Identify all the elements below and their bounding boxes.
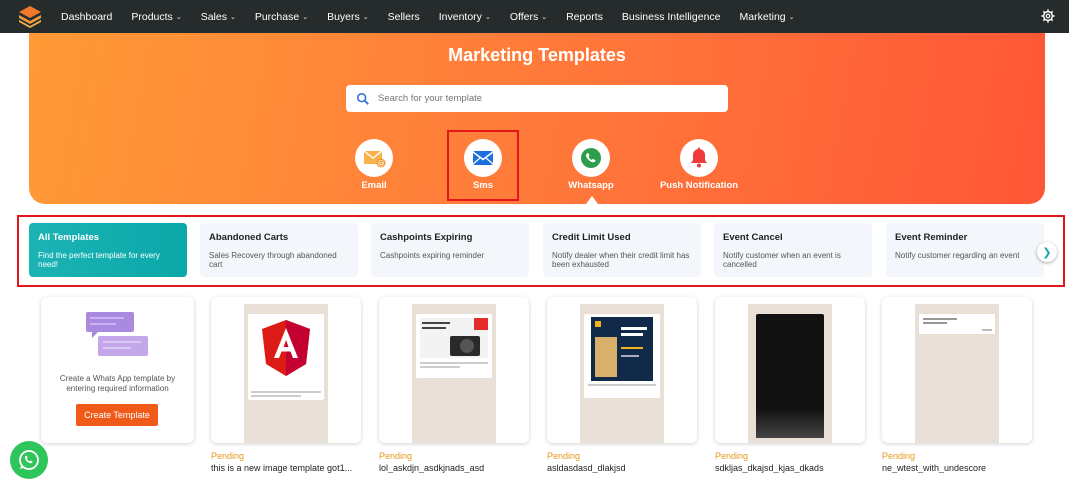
create-template-card: Create a Whats App template by entering …	[41, 297, 194, 443]
template-preview	[915, 304, 999, 443]
whatsapp-icon	[19, 450, 39, 470]
nav-item-label: Reports	[566, 10, 603, 23]
status-badge: Pending	[379, 451, 413, 461]
template-card[interactable]	[882, 297, 1032, 443]
category-description: Find the perfect template for every need…	[38, 251, 160, 269]
category-description: Notify customer when an event is cancell…	[723, 251, 841, 269]
category-title: Event Cancel	[723, 232, 783, 243]
template-preview	[244, 304, 328, 443]
category-credit-limit-used[interactable]: Credit Limit Used Notify dealer when thei…	[543, 223, 701, 277]
nav-item-dashboard[interactable]: Dashboard	[61, 11, 112, 23]
chevron-down-icon: ⌄	[175, 13, 182, 21]
bell-icon	[691, 147, 707, 168]
category-title: Event Reminder	[895, 232, 968, 243]
category-title: Credit Limit Used	[552, 232, 631, 243]
whatsapp-chat-button[interactable]	[10, 441, 48, 479]
category-all-templates[interactable]: All Templates Find the perfect template f…	[29, 223, 187, 277]
chevron-right-icon[interactable]: ❯	[1037, 242, 1057, 262]
chevron-down-icon: ⌄	[541, 13, 548, 21]
nav-item-buyers[interactable]: Buyers ⌄	[327, 11, 369, 23]
status-badge: Pending	[547, 451, 581, 461]
channel-whatsapp[interactable]: Whatsapp	[536, 139, 646, 191]
svg-text:@: @	[378, 160, 385, 168]
category-abandoned-carts[interactable]: Abandoned Carts Sales Recovery through ab…	[200, 223, 358, 277]
gear-icon[interactable]	[1041, 9, 1055, 23]
template-card[interactable]	[379, 297, 529, 443]
template-card[interactable]	[211, 297, 361, 443]
nav-item-label: Sellers	[387, 10, 420, 23]
template-preview	[748, 304, 832, 443]
search-bar[interactable]	[346, 85, 728, 112]
chevron-down-icon: ⌄	[484, 13, 491, 21]
nav-item-label: Inventory	[438, 10, 482, 23]
nav-item-inventory[interactable]: Inventory ⌄	[439, 11, 491, 23]
channel-push-notification[interactable]: Push Notification	[644, 139, 754, 191]
category-title: All Templates	[38, 232, 100, 243]
category-description: Cashpoints expiring reminder	[380, 251, 485, 260]
chevron-down-icon: ⌄	[788, 13, 795, 21]
nav-item-label: Dashboard	[61, 10, 113, 23]
nav-item-sellers[interactable]: Sellers	[388, 11, 420, 23]
nav-item-reports[interactable]: Reports	[566, 11, 603, 23]
search-input[interactable]	[378, 93, 708, 104]
nav-menu: Dashboard Products ⌄ Sales ⌄ Purchase ⌄ Buyers ⌄…	[61, 0, 814, 33]
nav-item-label: Offers	[509, 10, 539, 23]
category-event-reminder[interactable]: Event Reminder Notify customer regarding …	[886, 223, 1044, 277]
nav-item-label: Products	[131, 10, 173, 23]
category-title: Abandoned Carts	[209, 232, 289, 243]
chat-bubbles-icon	[86, 312, 148, 356]
app-logo[interactable]	[18, 4, 42, 28]
nav-item-label: Buyers	[327, 10, 360, 23]
create-template-button[interactable]: Create Template	[76, 404, 158, 426]
page-title: Marketing Templates	[448, 45, 626, 65]
selection-pointer	[586, 196, 598, 204]
category-description: Notify customer regarding an event	[895, 251, 1020, 260]
hero-banner: Marketing Templates @ Email	[29, 33, 1045, 204]
nav-item-purchase[interactable]: Purchase ⌄	[255, 11, 308, 23]
search-icon	[356, 92, 369, 105]
nav-item-offers[interactable]: Offers ⌄	[510, 11, 547, 23]
category-cashpoints-expiring[interactable]: Cashpoints Expiring Cashpoints expiring r…	[371, 223, 529, 277]
template-card[interactable]	[547, 297, 697, 443]
channel-label: Push Notification	[659, 180, 739, 191]
nav-item-label: Business Intelligence	[621, 10, 721, 23]
category-title: Cashpoints Expiring	[380, 232, 473, 243]
channel-email[interactable]: @ Email	[319, 139, 429, 191]
nav-item-label: Purchase	[254, 10, 300, 23]
whatsapp-icon	[581, 148, 601, 168]
create-template-hint: Create a Whats App template by entering …	[59, 374, 176, 393]
category-event-cancel[interactable]: Event Cancel Notify customer when an even…	[714, 223, 872, 277]
category-description: Sales Recovery through abandoned cart	[209, 251, 337, 269]
chevron-down-icon: ⌄	[302, 13, 309, 21]
channel-label: Whatsapp	[568, 180, 614, 191]
selected-channel-highlight	[447, 130, 519, 201]
template-name: this is a new image template got1...	[211, 463, 353, 473]
chevron-down-icon: ⌄	[229, 13, 236, 21]
nav-item-sales[interactable]: Sales ⌄	[201, 11, 236, 23]
template-name: asldasdasd_dlakjsd	[547, 463, 626, 473]
status-badge: Pending	[211, 451, 245, 461]
nav-item-business-intelligence[interactable]: Business Intelligence	[622, 11, 721, 23]
status-badge: Pending	[715, 451, 749, 461]
template-name: lol_askdjn_asdkjnads_asd	[379, 463, 485, 473]
nav-item-label: Marketing	[739, 10, 786, 23]
template-preview	[580, 304, 664, 443]
template-card[interactable]	[715, 297, 865, 443]
nav-item-label: Sales	[200, 10, 227, 23]
top-navigation: Dashboard Products ⌄ Sales ⌄ Purchase ⌄ Buyers ⌄…	[0, 0, 1069, 33]
nav-item-products[interactable]: Products ⌄	[131, 11, 181, 23]
channel-label: Email	[361, 180, 387, 191]
template-preview	[412, 304, 496, 443]
template-name: sdkljas_dkajsd_kjas_dkads	[715, 463, 824, 473]
template-name: ne_wtest_with_undescore	[882, 463, 987, 473]
nav-item-marketing[interactable]: Marketing ⌄	[740, 11, 795, 23]
email-icon: @	[363, 150, 386, 168]
status-badge: Pending	[882, 451, 916, 461]
category-description: Notify dealer when their credit limit ha…	[552, 251, 690, 269]
chevron-down-icon: ⌄	[362, 13, 369, 21]
